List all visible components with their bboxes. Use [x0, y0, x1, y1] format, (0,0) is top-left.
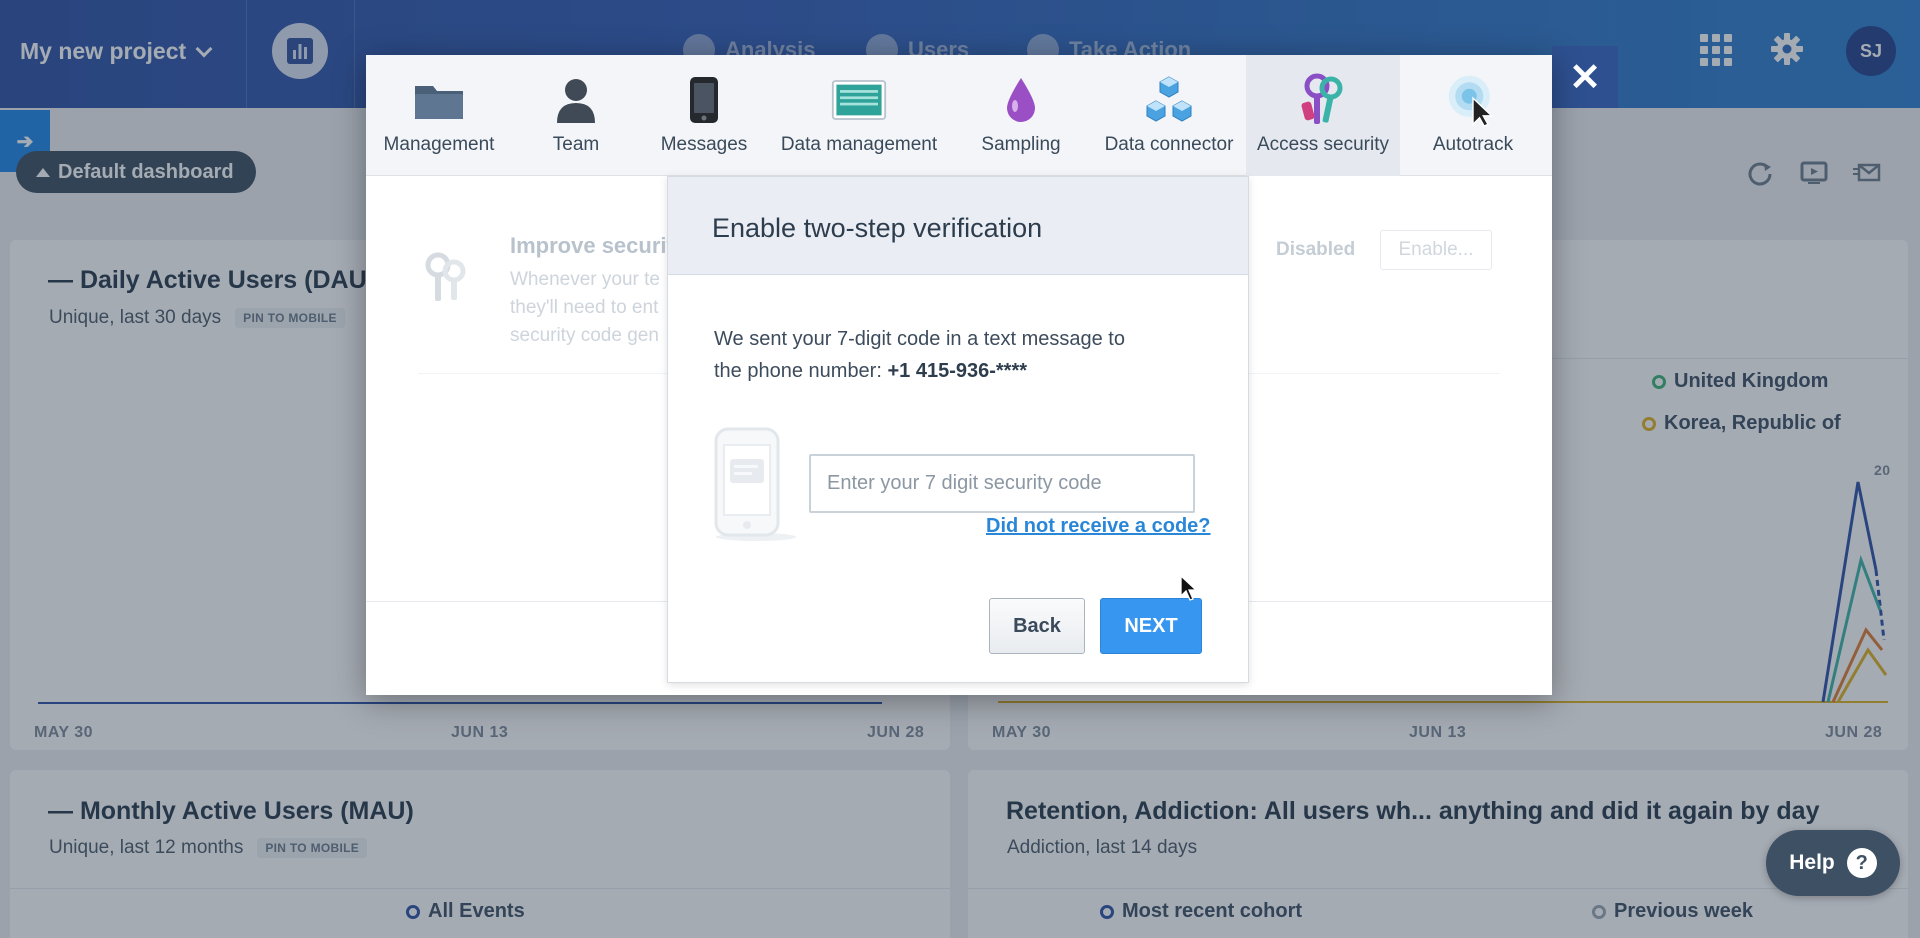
phone-icon — [676, 72, 732, 128]
back-button[interactable]: Back — [989, 598, 1085, 654]
tab-access-security[interactable]: Access security — [1246, 55, 1400, 176]
cubes-icon — [1141, 72, 1197, 128]
tab-label: Data connector — [1104, 134, 1234, 155]
enable-button[interactable]: Enable... — [1380, 230, 1492, 270]
tab-sampling[interactable]: Sampling — [950, 55, 1092, 176]
help-button[interactable]: Help ? — [1766, 830, 1900, 896]
improve-security-text-3: security code gen — [510, 325, 659, 346]
tab-label: Access security — [1257, 134, 1389, 155]
security-status: Disabled — [1276, 239, 1356, 260]
tab-label: Autotrack — [1432, 134, 1514, 155]
question-mark-icon: ? — [1846, 848, 1877, 878]
terminal-icon — [831, 72, 887, 128]
improve-security-title: Improve security — [510, 233, 687, 258]
tab-autotrack[interactable]: Autotrack — [1400, 55, 1546, 176]
two-step-verification-dialog: Enable two-step verification We sent you… — [667, 176, 1249, 683]
mouse-cursor-icon — [1180, 575, 1198, 601]
help-label: Help — [1789, 851, 1835, 874]
droplet-icon — [993, 72, 1049, 128]
settings-tab-bar: Management Team Messages Data management… — [366, 55, 1552, 176]
sms-message: We sent your 7-digit code in a text mess… — [714, 323, 1154, 387]
tab-label: Data management — [780, 134, 938, 155]
masked-phone-number: +1 415-936-**** — [887, 360, 1028, 382]
next-button[interactable]: NEXT — [1100, 598, 1202, 654]
tab-team[interactable]: Team — [512, 55, 640, 176]
keys-icon — [425, 252, 466, 301]
person-icon — [548, 72, 604, 128]
tab-label: Management — [383, 134, 495, 155]
mobile-phone-icon — [714, 427, 796, 541]
dialog-title: Enable two-step verification — [712, 213, 1043, 243]
tab-label: Messages — [660, 134, 748, 155]
tab-management[interactable]: Management — [366, 55, 512, 176]
tab-label: Team — [552, 134, 600, 155]
resend-code-link[interactable]: Did not receive a code? — [986, 515, 1211, 538]
close-icon[interactable]: ✕ — [1552, 46, 1618, 108]
tab-messages[interactable]: Messages — [640, 55, 768, 176]
keys-icon — [1295, 72, 1351, 128]
tab-data-connector[interactable]: Data connector — [1092, 55, 1246, 176]
dialog-header: Enable two-step verification — [668, 177, 1248, 275]
improve-security-text-1: Whenever your te — [510, 269, 660, 290]
tab-label: Sampling — [981, 134, 1061, 155]
tab-data-management[interactable]: Data management — [768, 55, 950, 176]
target-cursor-icon — [1445, 72, 1501, 128]
improve-security-text-2: they'll need to ent — [510, 297, 659, 318]
folder-icon — [411, 72, 467, 128]
security-code-input[interactable] — [809, 454, 1195, 513]
